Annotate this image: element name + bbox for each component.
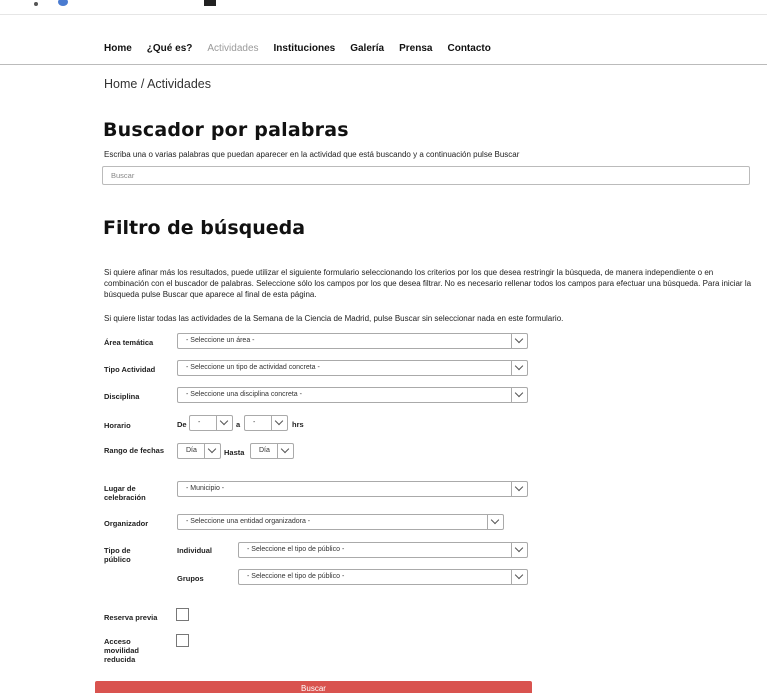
horario-from-select[interactable]: -	[189, 415, 233, 431]
horario-to-select[interactable]: -	[244, 415, 288, 431]
rango-from-value: Día	[186, 447, 197, 454]
area-select[interactable]: - Seleccione un área -	[177, 333, 528, 349]
square-icon	[204, 0, 216, 6]
main-nav: Home ¿Qué es? Actividades Instituciones …	[104, 43, 491, 54]
filter-list-all: Si quiere listar todas las actividades d…	[104, 314, 564, 323]
submit-button[interactable]: Buscar	[95, 681, 532, 693]
chevron-down-icon	[487, 515, 503, 529]
nav-actividades[interactable]: Actividades	[207, 43, 258, 54]
nav-prensa[interactable]: Prensa	[399, 43, 432, 54]
movilidad-label: Acceso movilidad reducida	[104, 637, 140, 664]
tipo-actividad-label: Tipo Actividad	[104, 365, 156, 374]
publico-individual-label: Individual	[177, 546, 213, 555]
chevron-down-icon	[511, 334, 527, 348]
organizador-value: - Seleccione una entidad organizadora -	[186, 518, 311, 525]
organizador-label: Organizador	[104, 519, 149, 528]
chevron-down-icon	[271, 416, 287, 430]
chevron-down-icon	[511, 543, 527, 557]
chevron-down-icon	[511, 361, 527, 375]
nav-divider	[0, 64, 767, 65]
top-strip	[0, 0, 767, 14]
chevron-down-icon	[277, 444, 293, 458]
divider	[0, 14, 767, 15]
publico-grupos-select[interactable]: - Seleccione el tipo de público -	[238, 569, 528, 585]
nav-contacto[interactable]: Contacto	[447, 43, 490, 54]
publico-individual-value: - Seleccione el tipo de público -	[247, 546, 345, 553]
breadcrumb: Home / Actividades	[104, 77, 211, 91]
dot-icon	[34, 2, 38, 6]
nav-galeria[interactable]: Galería	[350, 43, 384, 54]
publico-grupos-value: - Seleccione el tipo de público -	[247, 573, 345, 580]
horario-de: De	[177, 420, 187, 429]
rango-hasta: Hasta	[224, 448, 245, 457]
area-label: Área temática	[104, 338, 154, 347]
horario-from-value: -	[198, 419, 201, 426]
chevron-down-icon	[511, 482, 527, 496]
publico-grupos-label: Grupos	[177, 574, 204, 583]
nav-home[interactable]: Home	[104, 43, 132, 54]
movilidad-checkbox[interactable]	[176, 634, 189, 647]
horario-hrs: hrs	[292, 420, 304, 429]
lugar-value: - Municipio -	[186, 485, 225, 492]
search-description: Escriba una o varias palabras que puedan…	[104, 150, 520, 159]
chevron-down-icon	[511, 570, 527, 584]
lugar-label: Lugar de celebración	[104, 484, 146, 502]
area-select-value: - Seleccione un área -	[186, 337, 255, 344]
rango-label: Rango de fechas	[104, 446, 165, 455]
organizador-select[interactable]: - Seleccione una entidad organizadora -	[177, 514, 504, 530]
rango-to-select[interactable]: Día	[250, 443, 294, 459]
reserva-label: Reserva previa	[104, 613, 158, 622]
disciplina-select[interactable]: - Seleccione una disciplina concreta -	[177, 387, 528, 403]
disciplina-value: - Seleccione una disciplina concreta -	[186, 391, 302, 398]
reserva-checkbox[interactable]	[176, 608, 189, 621]
publico-label: Tipo de público	[104, 546, 131, 564]
filter-title: Filtro de búsqueda	[103, 217, 306, 239]
publico-individual-select[interactable]: - Seleccione el tipo de público -	[238, 542, 528, 558]
lugar-select[interactable]: - Municipio -	[177, 481, 528, 497]
nav-instituciones[interactable]: Instituciones	[274, 43, 336, 54]
rango-from-select[interactable]: Día	[177, 443, 221, 459]
horario-a: a	[236, 420, 241, 429]
horario-to-value: -	[253, 419, 256, 426]
globe-icon	[58, 0, 68, 6]
nav-que-es[interactable]: ¿Qué es?	[147, 43, 193, 54]
tipo-actividad-value: - Seleccione un tipo de actividad concre…	[186, 364, 320, 371]
search-input[interactable]	[102, 166, 750, 185]
tipo-actividad-select[interactable]: - Seleccione un tipo de actividad concre…	[177, 360, 528, 376]
chevron-down-icon	[216, 416, 232, 430]
rango-to-value: Día	[259, 447, 270, 454]
disciplina-label: Disciplina	[104, 392, 140, 401]
chevron-down-icon	[204, 444, 220, 458]
horario-label: Horario	[104, 421, 131, 430]
search-title: Buscador por palabras	[103, 119, 349, 141]
filter-intro: Si quiere afinar más los resultados, pue…	[104, 268, 752, 300]
chevron-down-icon	[511, 388, 527, 402]
